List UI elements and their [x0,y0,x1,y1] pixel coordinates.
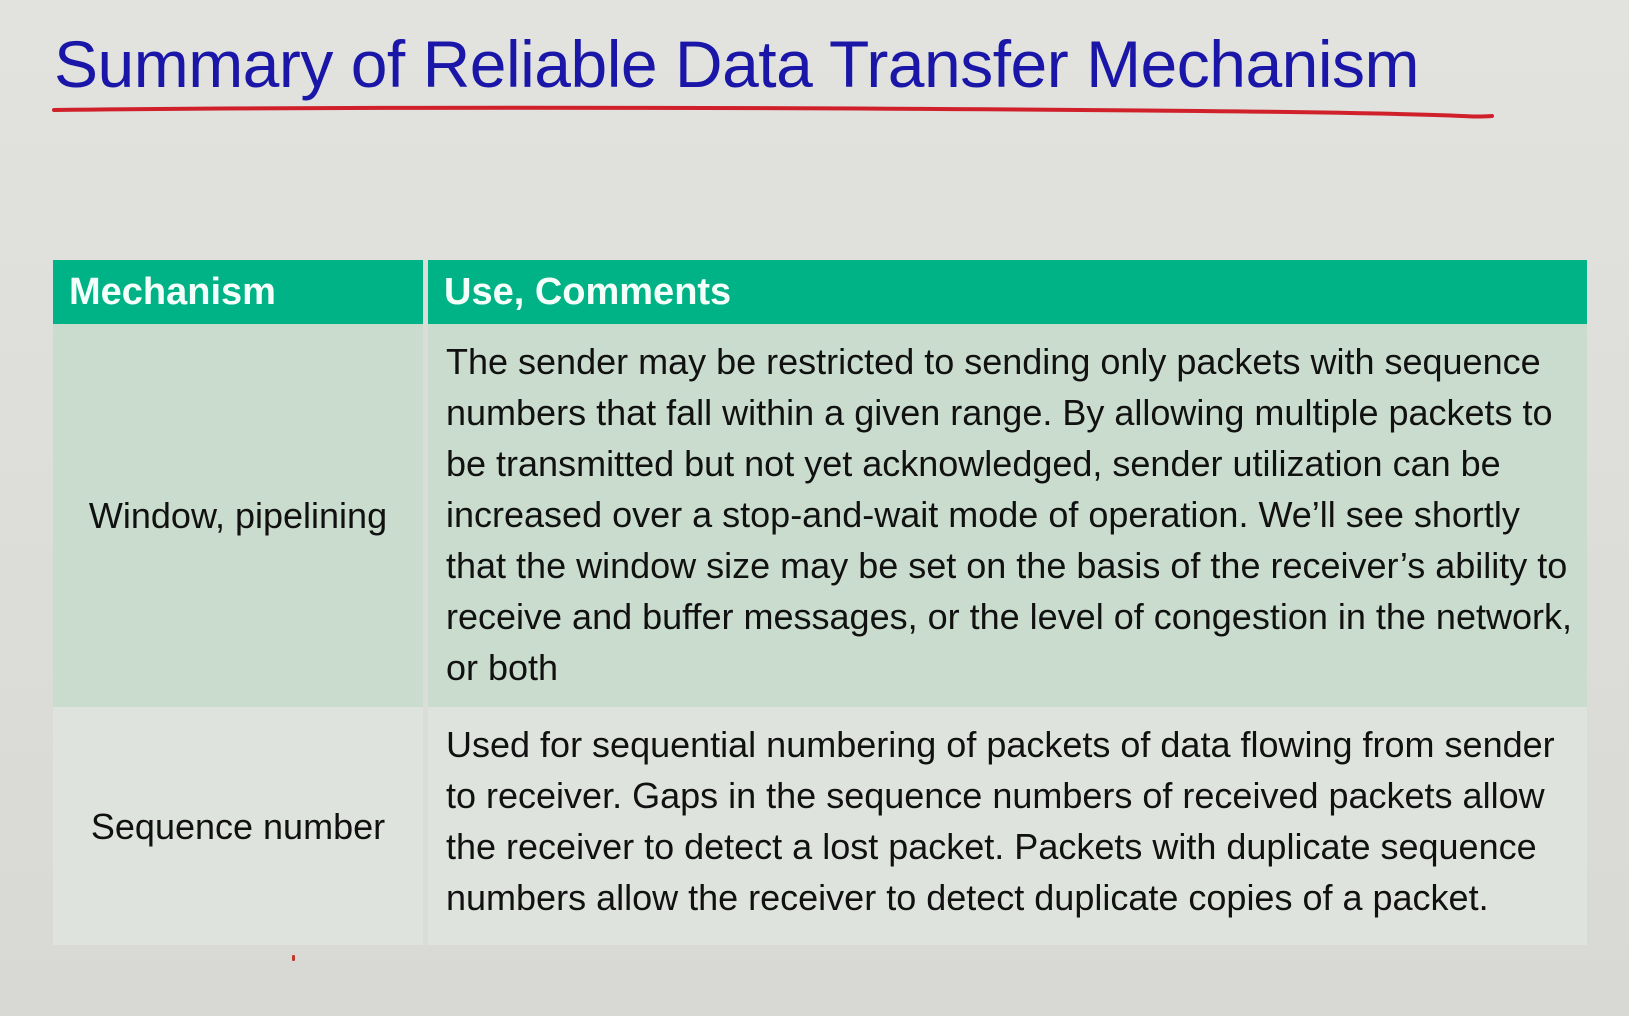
mechanism-table: Mechanism Use, Comments Window, pipelini… [53,260,1587,945]
column-header-mechanism: Mechanism [53,260,428,324]
table-header-row: Mechanism Use, Comments [53,260,1587,324]
column-header-use-comments: Use, Comments [428,260,1587,324]
table-row: Window, pipelining The sender may be res… [53,324,1587,707]
mechanism-cell: Sequence number [53,707,428,945]
slide: Summary of Reliable Data Transfer Mechan… [0,0,1629,1016]
pointer-mark [292,955,295,961]
mechanism-cell: Window, pipelining [53,324,428,707]
comments-cell: Used for sequential numbering of packets… [428,707,1587,945]
comments-cell: The sender may be restricted to sending … [428,324,1587,707]
table-row: Sequence number Used for sequential numb… [53,707,1587,945]
slide-title: Summary of Reliable Data Transfer Mechan… [54,27,1420,101]
